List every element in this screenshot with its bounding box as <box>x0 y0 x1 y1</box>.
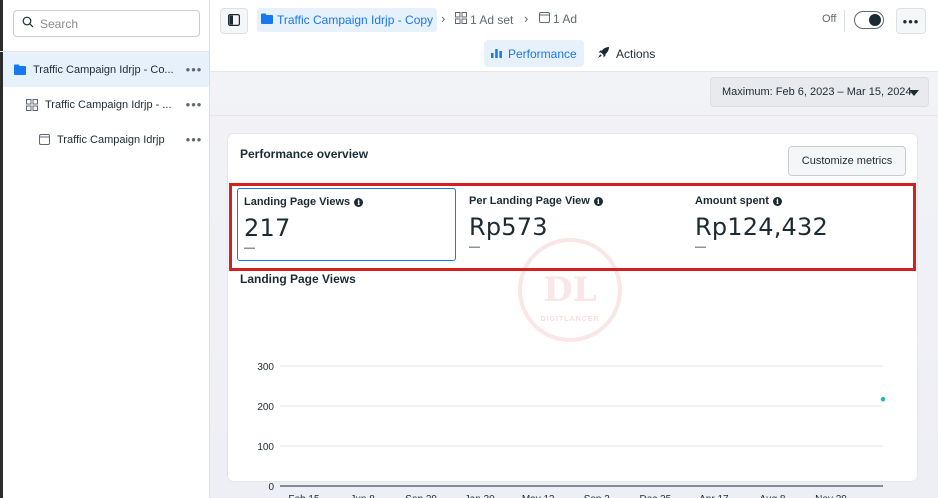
x-tick-label: Feb 15 <box>288 494 320 498</box>
tree-item-label: Traffic Campaign Idrjp <box>57 133 165 146</box>
x-tick-label: Dec 25 <box>639 494 671 498</box>
chart-bars-icon <box>491 47 502 61</box>
tree-item-label: Traffic Campaign Idrjp - ... <box>45 98 172 111</box>
search-icon <box>22 16 34 31</box>
on-off-toggle[interactable] <box>854 11 884 29</box>
y-tick-label: 200 <box>257 402 274 413</box>
tree-item-ad[interactable]: Traffic Campaign Idrjp ••• <box>3 122 209 157</box>
caret-down-icon <box>909 90 919 96</box>
tab-actions-label: Actions <box>616 46 656 61</box>
toggle-knob <box>869 14 881 26</box>
more-options-button[interactable]: ••• <box>896 8 926 34</box>
breadcrumb-ad-label: 1 Ad <box>553 12 578 26</box>
x-tick-label: Jan 20 <box>465 494 495 498</box>
card-title: Performance overview <box>240 147 369 161</box>
top-header: Traffic Campaign Idrjp - Copy › 1 Ad set… <box>210 0 938 72</box>
toggle-sidebar-button[interactable] <box>220 8 248 34</box>
navigation-panel: Search Traffic Campaign Idrjp - Co... ••… <box>0 0 210 498</box>
divider <box>844 10 845 32</box>
y-tick-label: 300 <box>257 362 274 373</box>
ad-icon <box>539 12 550 26</box>
breadcrumb-campaign[interactable]: Traffic Campaign Idrjp - Copy <box>257 8 438 32</box>
tab-performance[interactable]: Performance <box>484 40 584 67</box>
date-range-label: Maximum: Feb 6, 2023 – Mar 15, 2024 <box>722 86 912 98</box>
more-options-icon[interactable]: ••• <box>179 132 209 147</box>
more-options-icon[interactable]: ••• <box>179 97 209 112</box>
x-tick-label: Sep 3 <box>584 494 611 498</box>
x-tick-label: Aug 8 <box>759 494 786 498</box>
folder-icon <box>13 63 27 77</box>
tab-performance-label: Performance <box>508 46 577 61</box>
x-tick-label: Nov 29 <box>815 494 847 498</box>
breadcrumb-campaign-label: Traffic Campaign Idrjp - Copy <box>277 13 434 27</box>
x-tick-label: Jun 8 <box>350 494 375 498</box>
date-range-selector[interactable]: Maximum: Feb 6, 2023 – Mar 15, 2024 <box>710 77 929 107</box>
more-options-icon[interactable]: ••• <box>179 62 209 77</box>
tree-item-campaign[interactable]: Traffic Campaign Idrjp - Co... ••• <box>3 52 209 87</box>
breadcrumb-adset-label: 1 Ad set <box>470 12 514 27</box>
x-tick-label: Apr 17 <box>699 494 729 498</box>
breadcrumb-ad[interactable]: 1 Ad <box>539 12 577 26</box>
chevron-right-icon: › <box>441 11 446 26</box>
folder-icon <box>261 13 273 27</box>
rocket-icon <box>597 46 610 62</box>
tab-actions[interactable]: Actions <box>590 40 662 67</box>
annotation-highlight-box <box>229 183 916 271</box>
tree-item-label: Traffic Campaign Idrjp - Co... <box>33 63 174 76</box>
watermark-subtext: DIGITLANCER <box>540 316 600 323</box>
x-tick-label: Sep 29 <box>405 494 437 498</box>
x-tick-label: May 13 <box>522 494 555 498</box>
adset-grid-icon <box>455 12 467 27</box>
y-tick-label: 100 <box>257 442 274 453</box>
toggle-status-label: Off <box>822 13 837 25</box>
sidebar-panel-icon <box>228 13 241 29</box>
search-placeholder: Search <box>40 16 79 31</box>
divider <box>210 115 938 116</box>
search-input[interactable]: Search <box>13 10 200 37</box>
ad-icon <box>37 133 51 147</box>
chevron-right-icon: › <box>524 11 529 26</box>
adset-grid-icon <box>25 98 39 112</box>
breadcrumb-adset[interactable]: 1 Ad set <box>455 12 513 27</box>
customize-metrics-button[interactable]: Customize metrics <box>788 146 906 176</box>
data-point[interactable] <box>880 396 886 402</box>
y-tick-label: 0 <box>268 482 274 493</box>
tree-item-adset[interactable]: Traffic Campaign Idrjp - ... ••• <box>3 87 209 122</box>
watermark-text: DL <box>543 270 597 310</box>
